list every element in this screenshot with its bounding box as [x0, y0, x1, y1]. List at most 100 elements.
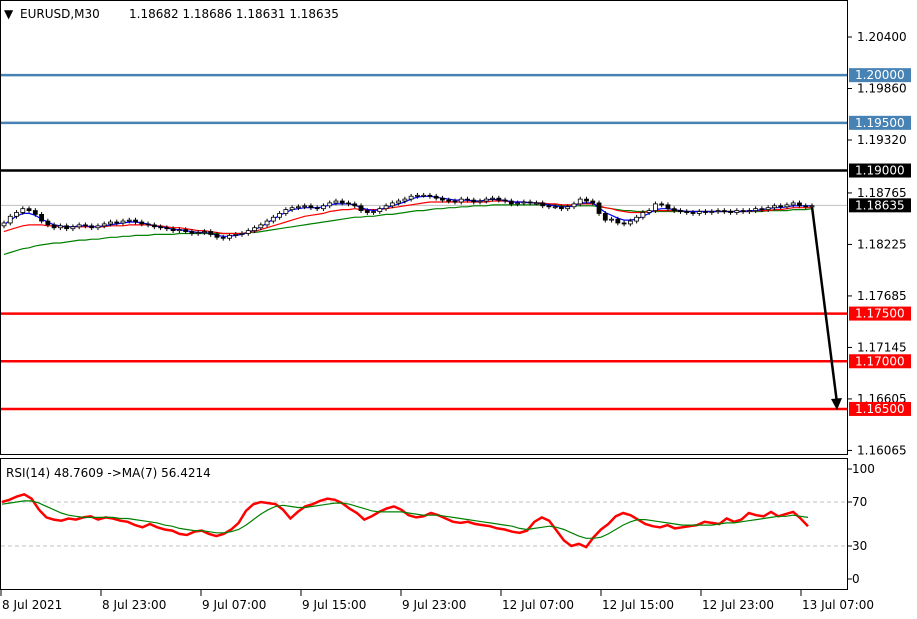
candle-body: [176, 229, 182, 232]
candle-body: [245, 230, 251, 234]
candle-body: [627, 220, 633, 225]
candle-body: [515, 202, 521, 205]
time-tick-label-6: 12 Jul 15:00: [602, 598, 674, 612]
candle-body: [183, 229, 189, 232]
candle-body: [465, 198, 470, 201]
candle-body: [772, 205, 777, 209]
candle-body: [408, 195, 414, 200]
time-tick-label-0: 8 Jul 2021: [2, 598, 62, 612]
candle-body: [358, 205, 364, 211]
candle-body: [740, 210, 746, 212]
candle-body: [258, 224, 264, 229]
candle-body: [158, 226, 163, 229]
candle-body: [195, 232, 201, 234]
candle-body: [295, 206, 301, 209]
time-tick-label-5: 12 Jul 07:00: [502, 598, 574, 612]
candle-body: [502, 199, 508, 202]
candle-body: [709, 211, 715, 213]
level-tag-label-2: 1.19000: [855, 164, 905, 178]
candle-body: [26, 208, 32, 211]
candle-body: [414, 194, 420, 197]
level-tag-label-4: 1.17000: [855, 354, 905, 368]
candle-body: [540, 202, 546, 207]
candle-body: [264, 220, 270, 226]
candle-body: [421, 194, 427, 197]
candle-body: [446, 199, 452, 202]
candle-body: [346, 202, 351, 205]
candle-body: [377, 208, 383, 212]
candle-body: [634, 216, 640, 222]
candle-body: [759, 208, 765, 211]
candle-body: [721, 210, 727, 212]
price-tick-label-6: 1.17145: [857, 340, 907, 354]
candle-body: [440, 197, 445, 201]
price-tick-label-1: 1.19860: [857, 82, 907, 96]
candle-body: [584, 198, 589, 202]
candle-body: [753, 208, 759, 211]
candle-body: [189, 231, 195, 234]
candle-body: [70, 226, 76, 230]
candle-body: [809, 205, 815, 208]
level-tag-label-3: 1.17500: [855, 307, 905, 321]
candle-body: [39, 213, 44, 222]
candle-body: [678, 210, 683, 212]
candle-body: [383, 205, 389, 210]
candle-body: [277, 213, 282, 218]
candle-body: [659, 203, 665, 206]
candle-body: [665, 204, 671, 210]
candle-body: [252, 227, 257, 232]
candle-body: [352, 203, 358, 207]
symbol-menu-icon[interactable]: ▼: [4, 7, 14, 21]
candle-body: [552, 206, 558, 209]
candle-body: [308, 205, 314, 209]
candle-body: [496, 197, 502, 201]
candle-body: [653, 203, 658, 211]
candle-body: [151, 224, 157, 228]
price-tick-label-5: 1.17685: [857, 289, 907, 303]
candle-body: [615, 218, 621, 224]
candle-body: [690, 212, 696, 214]
candle-body: [778, 205, 784, 208]
candle-body: [396, 200, 402, 204]
candle-body: [646, 210, 652, 213]
candle-body: [590, 200, 596, 204]
candle-body: [790, 202, 796, 206]
candle-body: [339, 200, 345, 204]
candle-body: [289, 207, 295, 211]
candle-body: [684, 211, 690, 213]
candle-body: [14, 212, 19, 217]
level-tag-label-5: 1.16500: [855, 402, 905, 416]
candle-body: [32, 210, 38, 215]
candle-body: [527, 201, 533, 204]
time-tick-label-4: 9 Jul 23:00: [402, 598, 466, 612]
candle-body: [458, 198, 464, 203]
rsi-axis: 100 70 30 0: [848, 462, 875, 586]
price-axis: 1.204001.198601.193201.187651.182251.176…: [848, 30, 907, 457]
candle-body: [227, 234, 232, 239]
price-panel-frame: [0, 0, 848, 455]
candle-body: [7, 215, 13, 224]
rsi-tick-label-1: 70: [852, 495, 867, 509]
candle-body: [202, 231, 207, 233]
time-tick-label-2: 9 Jul 07:00: [202, 598, 266, 612]
candle-body: [76, 224, 82, 228]
candle-body: [508, 200, 514, 205]
candle-body: [1, 222, 7, 227]
candle-body: [57, 225, 63, 229]
candle-body: [139, 221, 145, 225]
candle-body: [703, 211, 708, 213]
candle-body: [477, 200, 483, 203]
candle-body: [803, 205, 809, 208]
level-tag-label-0: 1.20000: [855, 68, 905, 82]
candle-body: [164, 227, 170, 230]
candle-body: [220, 236, 226, 239]
candle-body: [133, 219, 138, 223]
candle-body: [389, 202, 395, 207]
candle-body: [490, 197, 495, 200]
candle-body: [114, 221, 120, 224]
price-tick-label-8: 1.16065: [857, 443, 907, 457]
candle-body: [621, 222, 627, 225]
chart-root[interactable]: 1.204001.198601.193201.187651.182251.176…: [0, 0, 917, 619]
candle-body: [784, 204, 790, 208]
candle-body: [671, 208, 677, 211]
